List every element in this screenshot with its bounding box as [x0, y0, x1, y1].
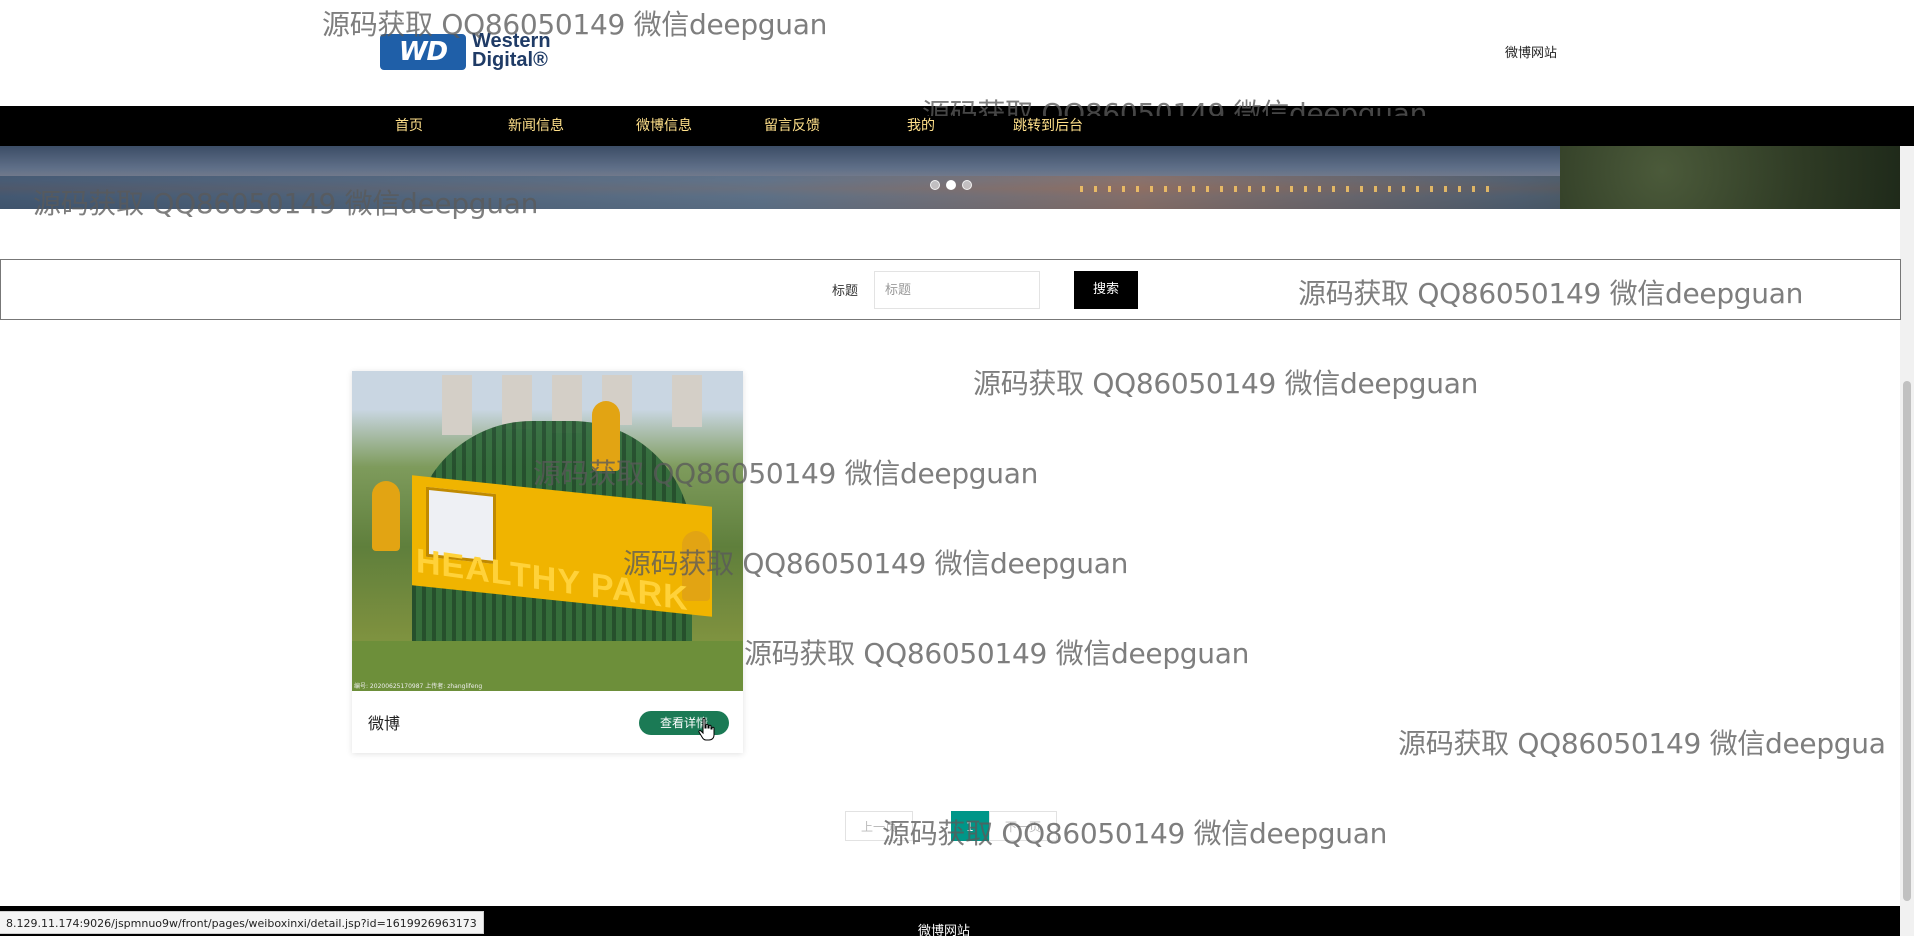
nav-item-home[interactable]: 首页 [395, 106, 423, 146]
view-detail-button[interactable]: 查看详情 [639, 711, 729, 735]
wd-logo-name: Western Digital® [472, 30, 551, 71]
card-image-caption: 编号: 20200625170987 上传者: zhanglifeng [354, 683, 483, 690]
nav-item-weibo[interactable]: 微博信息 [636, 106, 692, 146]
search-bar: 标题 搜索 [0, 259, 1901, 320]
footer-text: 微博网站 [918, 924, 971, 936]
western-digital-logo[interactable]: WD Western Digital® [380, 30, 570, 74]
carousel-dot-2[interactable] [946, 180, 956, 190]
nav-item-feedback[interactable]: 留言反馈 [764, 106, 820, 146]
watermark-text: 源码获取 QQ86050149 微信deepguan [744, 637, 1250, 670]
search-input[interactable] [874, 271, 1040, 309]
search-button[interactable]: 搜索 [1074, 271, 1138, 309]
scrollbar-thumb[interactable] [1903, 381, 1911, 901]
carousel-indicators [928, 178, 978, 192]
nav-item-news[interactable]: 新闻信息 [508, 106, 564, 146]
nav-item-mine[interactable]: 我的 [907, 106, 935, 146]
weibo-card: HEALTHY PARK 编号: 20200625170987 上传者: zha… [352, 371, 743, 753]
card-title: 微博 [368, 714, 401, 733]
hand-cursor-icon [698, 717, 715, 741]
page-scrollbar[interactable] [1900, 146, 1914, 936]
card-image[interactable]: HEALTHY PARK 编号: 20200625170987 上传者: zha… [352, 371, 743, 691]
prev-page-button[interactable]: 上一页 [845, 811, 913, 841]
header: WD Western Digital® 微博网站 [0, 0, 1914, 106]
page-number-current[interactable]: 1 [951, 811, 989, 841]
watermark-text: 源码获取 QQ86050149 微信deepguan [973, 367, 1479, 400]
site-name: 微博网站 [1505, 46, 1558, 61]
status-url: 8.129.11.174:9026/jspmnuo9w/front/pages/… [0, 911, 484, 934]
carousel-dot-3[interactable] [962, 180, 972, 190]
search-label: 标题 [832, 284, 859, 299]
next-page-button[interactable]: 下一页 [989, 811, 1057, 841]
main-nav: 首页 新闻信息 微博信息 留言反馈 我的 跳转到后台 [0, 106, 1914, 146]
carousel-dot-1[interactable] [930, 180, 940, 190]
watermark-text: 源码获取 QQ86050149 微信deepgua [1398, 727, 1886, 760]
wd-logo-mark: WD [380, 34, 466, 70]
nav-item-admin[interactable]: 跳转到后台 [1013, 106, 1083, 146]
